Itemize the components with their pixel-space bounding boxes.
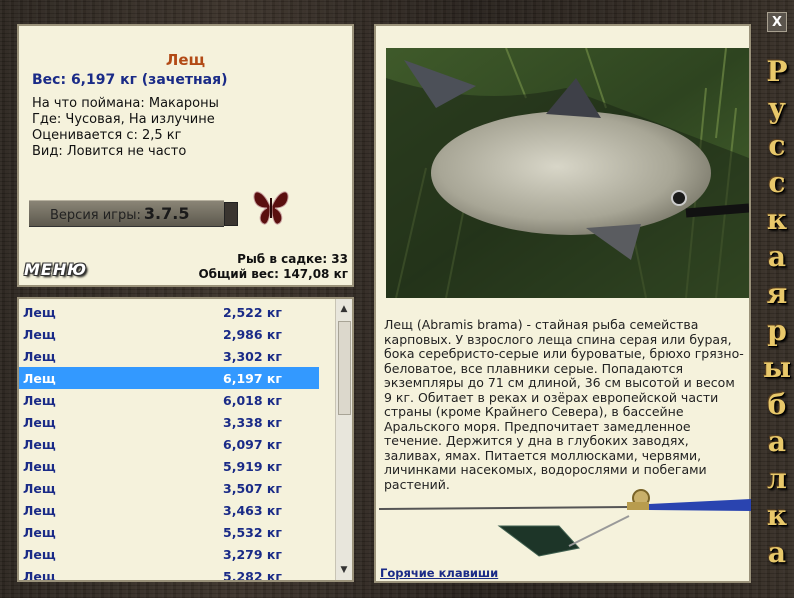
- side-title-letter: р: [767, 314, 787, 347]
- side-title-letter: с: [768, 129, 786, 162]
- catch-row-weight: 3,302 кг: [223, 349, 282, 364]
- catch-row-fish-name: Лещ: [23, 305, 56, 320]
- catch-row-fish-name: Лещ: [23, 459, 56, 474]
- catch-row[interactable]: Лещ 2,522 кг: [19, 301, 319, 323]
- catch-row[interactable]: Лещ 3,302 кг: [19, 345, 319, 367]
- rating-info: Оценивается с: 2,5 кг: [32, 128, 182, 143]
- catch-row-fish-name: Лещ: [23, 371, 56, 386]
- fish-photo: [386, 48, 749, 298]
- scroll-down-icon[interactable]: ▼: [336, 562, 352, 578]
- description-panel: Лещ (Abramis brama) - стайная рыба семей…: [374, 24, 751, 583]
- menu-button[interactable]: МЕНЮ: [24, 260, 87, 279]
- keepnet-stats: Рыб в садке: 33 Общий вес: 147,08 кг: [198, 252, 348, 282]
- catch-row-weight: 6,197 кг: [223, 371, 282, 386]
- catch-row-fish-name: Лещ: [23, 481, 56, 496]
- catch-row-fish-name: Лещ: [23, 415, 56, 430]
- fish-count: Рыб в садке: 33: [237, 252, 348, 266]
- scroll-up-icon[interactable]: ▲: [336, 301, 352, 317]
- version-number: 3.7.5: [143, 204, 190, 223]
- catch-row-weight: 5,919 кг: [223, 459, 282, 474]
- catch-row-weight: 2,986 кг: [223, 327, 282, 342]
- side-title-letter: с: [768, 166, 786, 199]
- scroll-thumb[interactable]: [338, 321, 351, 415]
- side-title-letter: ы: [762, 351, 792, 384]
- catch-row[interactable]: Лещ 5,532 кг: [19, 521, 319, 543]
- catch-row[interactable]: Лещ 2,986 кг: [19, 323, 319, 345]
- side-title-letter: а: [767, 536, 787, 569]
- catch-row-fish-name: Лещ: [23, 327, 56, 342]
- bait-info: На что поймана: Макароны: [32, 96, 219, 111]
- catch-row[interactable]: Лещ 6,197 кг: [19, 367, 319, 389]
- catch-row-weight: 5,532 кг: [223, 525, 282, 540]
- version-slider-knob: [224, 202, 238, 226]
- catch-row-weight: 3,338 кг: [223, 415, 282, 430]
- catch-row[interactable]: Лещ 6,097 кг: [19, 433, 319, 455]
- catch-row[interactable]: Лещ 5,919 кг: [19, 455, 319, 477]
- catch-row-fish-name: Лещ: [23, 525, 56, 540]
- location-info: Где: Чусовая, На излучине: [32, 112, 215, 127]
- fish-info-panel: Лещ Вес: 6,197 кг (зачетная) На что пойм…: [17, 24, 354, 287]
- side-title-letter: у: [768, 92, 786, 125]
- catch-row-weight: 6,018 кг: [223, 393, 282, 408]
- catch-row[interactable]: Лещ 3,338 кг: [19, 411, 319, 433]
- catch-row[interactable]: Лещ 5,282 кг: [19, 565, 319, 582]
- catch-row-weight: 2,522 кг: [223, 305, 282, 320]
- catch-row-weight: 6,097 кг: [223, 437, 282, 452]
- version-bar: Версия игры: 3.7.5: [29, 200, 224, 227]
- side-title-letter: к: [766, 499, 788, 532]
- side-title-letter: б: [767, 388, 787, 421]
- catch-row-fish-name: Лещ: [23, 547, 56, 562]
- version-label: Версия игры: 3.7.5: [50, 204, 190, 223]
- catch-row-fish-name: Лещ: [23, 393, 56, 408]
- fishing-rod-icon: [379, 489, 751, 557]
- fish-description: Лещ (Abramis brama) - стайная рыба семей…: [384, 317, 744, 492]
- side-title-letter: а: [767, 425, 787, 458]
- catch-row[interactable]: Лещ 3,279 кг: [19, 543, 319, 565]
- side-title-letter: я: [766, 277, 788, 310]
- list-scrollbar[interactable]: ▲ ▼: [335, 299, 352, 580]
- catch-row-fish-name: Лещ: [23, 349, 56, 364]
- catch-row-weight: 5,282 кг: [223, 569, 282, 582]
- fish-weight: Вес: 6,197 кг (зачетная): [32, 72, 228, 88]
- butterfly-icon: [253, 191, 289, 225]
- hotkeys-link[interactable]: Горячие клавиши: [380, 566, 498, 580]
- total-weight: Общий вес: 147,08 кг: [198, 267, 348, 281]
- side-title-letter: а: [767, 240, 787, 273]
- side-title-letter: л: [767, 462, 787, 495]
- fish-title: Лещ: [165, 51, 206, 69]
- catch-row[interactable]: Лещ 3,463 кг: [19, 499, 319, 521]
- catch-row-weight: 3,507 кг: [223, 481, 282, 496]
- side-title-letter: Р: [766, 55, 788, 88]
- catch-row-weight: 3,463 кг: [223, 503, 282, 518]
- catch-row-fish-name: Лещ: [23, 437, 56, 452]
- catch-row-weight: 3,279 кг: [223, 547, 282, 562]
- catch-row-fish-name: Лещ: [23, 503, 56, 518]
- catch-row-fish-name: Лещ: [23, 569, 56, 582]
- kind-info: Вид: Ловится не часто: [32, 144, 187, 159]
- side-title-letter: к: [766, 203, 788, 236]
- close-button[interactable]: X: [767, 12, 787, 32]
- catch-row[interactable]: Лещ 6,018 кг: [19, 389, 319, 411]
- catch-list[interactable]: Лещ 2,522 кг Лещ 2,986 кг Лещ 3,302 кг Лещ 6,19…: [17, 297, 354, 582]
- catch-row[interactable]: Лещ 3,507 кг: [19, 477, 319, 499]
